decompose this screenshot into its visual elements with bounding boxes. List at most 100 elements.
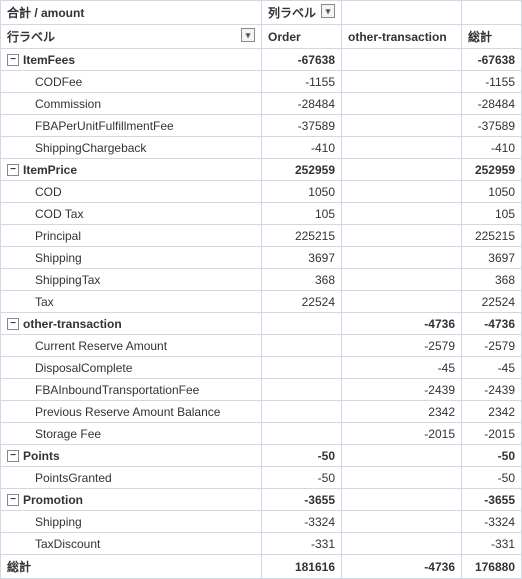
collapse-icon[interactable]: − xyxy=(7,494,19,506)
child-row: Previous Reserve Amount Balance 23422342 xyxy=(1,401,522,423)
child-total-value: -50 xyxy=(462,467,522,489)
grand-total-label: 総計 xyxy=(1,555,262,579)
col-header-order: Order xyxy=(262,25,342,49)
child-order-value: 22524 xyxy=(262,291,342,313)
group-label-text: Points xyxy=(23,449,60,463)
child-label: Previous Reserve Amount Balance xyxy=(1,401,262,423)
child-row: Tax2252422524 xyxy=(1,291,522,313)
child-order-value xyxy=(262,357,342,379)
child-total-value: -410 xyxy=(462,137,522,159)
child-order-value: -331 xyxy=(262,533,342,555)
child-label: Principal xyxy=(1,225,262,247)
child-label: FBAPerUnitFulfillmentFee xyxy=(1,115,262,137)
group-other-value xyxy=(342,489,462,511)
child-other-value xyxy=(342,203,462,225)
column-labels-dropdown-icon[interactable]: ▾ xyxy=(321,4,335,18)
child-total-value: -1155 xyxy=(462,71,522,93)
row-labels-cell: 行ラベル ▾ xyxy=(1,25,262,49)
child-other-value xyxy=(342,181,462,203)
group-row: −Points-50-50 xyxy=(1,445,522,467)
child-total-value: -2015 xyxy=(462,423,522,445)
child-other-value xyxy=(342,291,462,313)
child-other-value: 2342 xyxy=(342,401,462,423)
group-label-cell: −other-transaction xyxy=(1,313,262,335)
group-label-text: Promotion xyxy=(23,493,83,507)
group-label-cell: −ItemFees xyxy=(1,49,262,71)
child-label: Shipping xyxy=(1,511,262,533)
child-other-value: -45 xyxy=(342,357,462,379)
child-order-value: -28484 xyxy=(262,93,342,115)
child-label: CODFee xyxy=(1,71,262,93)
child-label: Commission xyxy=(1,93,262,115)
sum-amount-label: 合計 / amount xyxy=(1,1,262,25)
child-row: Storage Fee-2015-2015 xyxy=(1,423,522,445)
header-row-2: 行ラベル ▾ Order other-transaction 総計 xyxy=(1,25,522,49)
child-order-value: 368 xyxy=(262,269,342,291)
child-other-value: -2439 xyxy=(342,379,462,401)
child-other-value xyxy=(342,93,462,115)
group-total-value: -3655 xyxy=(462,489,522,511)
child-order-value xyxy=(262,379,342,401)
child-label: FBAInboundTransportationFee xyxy=(1,379,262,401)
group-label-text: ItemPrice xyxy=(23,163,77,177)
child-order-value: -50 xyxy=(262,467,342,489)
group-other-value: -4736 xyxy=(342,313,462,335)
child-row: Current Reserve Amount-2579-2579 xyxy=(1,335,522,357)
header-row-1: 合計 / amount 列ラベル ▾ xyxy=(1,1,522,25)
child-label: Storage Fee xyxy=(1,423,262,445)
collapse-icon[interactable]: − xyxy=(7,164,19,176)
child-total-value: -28484 xyxy=(462,93,522,115)
child-total-value: 1050 xyxy=(462,181,522,203)
child-other-value xyxy=(342,71,462,93)
group-label-cell: −Points xyxy=(1,445,262,467)
child-other-value xyxy=(342,269,462,291)
pivot-table: 合計 / amount 列ラベル ▾ 行ラベル ▾ Order other-tr… xyxy=(0,0,522,579)
child-order-value: 3697 xyxy=(262,247,342,269)
grand-total-other: -4736 xyxy=(342,555,462,579)
grand-total-row: 総計181616-4736176880 xyxy=(1,555,522,579)
collapse-icon[interactable]: − xyxy=(7,450,19,462)
child-row: DisposalComplete -45-45 xyxy=(1,357,522,379)
grand-total-total: 176880 xyxy=(462,555,522,579)
child-row: TaxDiscount-331-331 xyxy=(1,533,522,555)
collapse-icon[interactable]: − xyxy=(7,54,19,66)
group-order-value: 252959 xyxy=(262,159,342,181)
child-row: PointsGranted-50-50 xyxy=(1,467,522,489)
child-total-value: 105 xyxy=(462,203,522,225)
child-row: Shipping36973697 xyxy=(1,247,522,269)
child-label: TaxDiscount xyxy=(1,533,262,555)
group-order-value: -50 xyxy=(262,445,342,467)
child-label: ShippingTax xyxy=(1,269,262,291)
child-other-value xyxy=(342,511,462,533)
child-total-value: 2342 xyxy=(462,401,522,423)
child-order-value xyxy=(262,401,342,423)
group-label-cell: −ItemPrice xyxy=(1,159,262,181)
child-total-value: -3324 xyxy=(462,511,522,533)
group-other-value xyxy=(342,159,462,181)
child-total-value: 3697 xyxy=(462,247,522,269)
child-total-value: -45 xyxy=(462,357,522,379)
group-row: −ItemFees-67638-67638 xyxy=(1,49,522,71)
child-other-value xyxy=(342,225,462,247)
group-total-value: -67638 xyxy=(462,49,522,71)
child-row: FBAInboundTransportationFee-2439-2439 xyxy=(1,379,522,401)
child-order-value: -3324 xyxy=(262,511,342,533)
child-other-value xyxy=(342,137,462,159)
child-total-value: -37589 xyxy=(462,115,522,137)
child-order-value xyxy=(262,335,342,357)
group-other-value xyxy=(342,445,462,467)
group-row: −other-transaction-4736-4736 xyxy=(1,313,522,335)
row-labels-dropdown-icon[interactable]: ▾ xyxy=(241,28,255,42)
row-labels-text: 行ラベル xyxy=(7,30,55,44)
child-row: CODFee-1155-1155 xyxy=(1,71,522,93)
child-order-value: -37589 xyxy=(262,115,342,137)
group-order-value xyxy=(262,313,342,335)
child-order-value: -410 xyxy=(262,137,342,159)
child-label: Tax xyxy=(1,291,262,313)
group-row: −ItemPrice252959252959 xyxy=(1,159,522,181)
collapse-icon[interactable]: − xyxy=(7,318,19,330)
child-label: DisposalComplete xyxy=(1,357,262,379)
child-other-value xyxy=(342,533,462,555)
group-total-value: 252959 xyxy=(462,159,522,181)
col-header-other: other-transaction xyxy=(342,25,462,49)
